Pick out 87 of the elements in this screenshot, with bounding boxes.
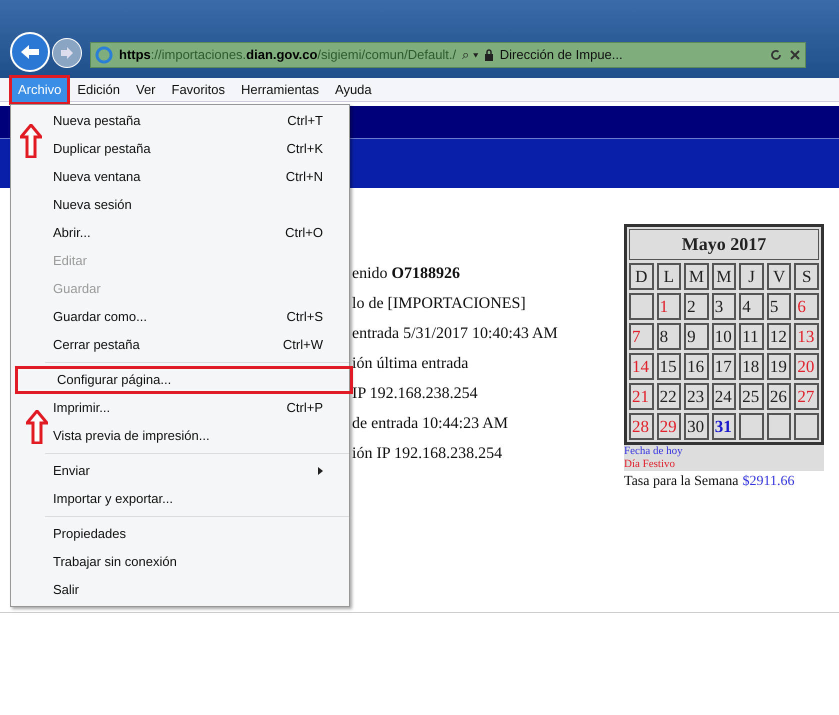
day-cell[interactable]: 18 <box>739 353 764 380</box>
menu-item[interactable]: Duplicar pestaña Ctrl+K <box>11 135 349 163</box>
menu-bar-item[interactable]: Favoritos <box>166 78 231 102</box>
up-arrow-icon <box>26 410 48 444</box>
session-info-text: IP 192.168.238.254 <box>352 384 479 404</box>
session-info-text: entrada 5/31/2017 10:40:43 AM <box>352 324 559 344</box>
rate-label: Tasa para la Semana <box>624 473 738 491</box>
weekday-header: M <box>712 263 736 290</box>
day-cell[interactable]: 3 <box>712 293 736 320</box>
day-cell[interactable]: 28 <box>629 413 654 440</box>
tab-title: Dirección de Impue... <box>500 46 623 64</box>
day-cell[interactable]: 25 <box>739 383 764 410</box>
url-text: dian.gov.co <box>246 46 318 64</box>
day-cell[interactable]: 12 <box>766 323 792 350</box>
weekday-header: J <box>739 263 764 290</box>
weekday-header: D <box>629 263 654 290</box>
lock-icon <box>484 49 494 61</box>
day-cell[interactable]: 24 <box>712 383 736 410</box>
day-cell[interactable]: 17 <box>712 353 736 380</box>
left-arrow-icon <box>19 43 41 61</box>
weekday-header: M <box>684 263 709 290</box>
weekday-header: V <box>766 263 792 290</box>
menu-item[interactable]: Guardar como... Ctrl+S <box>11 303 349 331</box>
back-button[interactable] <box>10 32 50 72</box>
session-info-text: ión última entrada <box>352 354 470 374</box>
day-cell[interactable]: 20 <box>794 353 819 380</box>
menu-item[interactable]: Abrir... Ctrl+O <box>11 219 349 247</box>
close-icon[interactable] <box>789 49 801 61</box>
legend-text: Fecha de hoy <box>624 445 684 458</box>
submenu-arrow-icon <box>318 467 323 475</box>
menu-item[interactable]: Configurar página... <box>15 366 353 394</box>
search-dropdown-icon[interactable]: ⌕ ▾ <box>462 45 478 65</box>
day-cell[interactable]: 21 <box>629 383 654 410</box>
day-cell[interactable]: 9 <box>684 323 709 350</box>
weekday-header: L <box>656 263 682 290</box>
url-text: https <box>119 46 151 64</box>
day-cell[interactable]: 29 <box>656 413 682 440</box>
forward-button[interactable] <box>52 38 82 68</box>
day-cell[interactable]: 1 <box>656 293 682 320</box>
refresh-icon[interactable] <box>769 48 783 62</box>
day-cell[interactable]: 14 <box>629 353 654 380</box>
day-cell[interactable]: 5 <box>766 293 792 320</box>
address-bar[interactable]: https://importaciones.dian.gov.co/sigiemi/comun/Default./ ⌕ ▾ Dirección de Impue... <box>90 42 806 68</box>
session-info-text: lo de [IMPORTACIONES] <box>352 294 527 314</box>
day-cell[interactable]: 31 <box>712 413 736 440</box>
day-cell[interactable]: 10 <box>712 323 736 350</box>
up-arrow-icon <box>20 124 42 158</box>
day-cell[interactable]: 19 <box>766 353 792 380</box>
menu-item[interactable]: Imprimir... Ctrl+P <box>11 394 349 422</box>
menu-bar-item[interactable]: Herramientas <box>234 78 326 102</box>
day-cell[interactable]: 23 <box>684 383 709 410</box>
day-cell[interactable]: 30 <box>684 413 709 440</box>
menu-bar-item[interactable]: Edición <box>71 78 126 102</box>
day-cell[interactable]: 26 <box>766 383 792 410</box>
legend-text: Día Festivo <box>624 458 676 471</box>
day-cell[interactable]: 6 <box>794 293 819 320</box>
menu-item[interactable]: Vista previa de impresión... <box>11 422 349 450</box>
menu-item[interactable]: Trabajar sin conexión <box>11 548 349 576</box>
menu-bar-item[interactable]: Ayuda <box>329 78 378 102</box>
menu-item[interactable]: Nueva ventana Ctrl+N <box>11 163 349 191</box>
session-info-text: enido O7188926 <box>352 264 461 284</box>
menu-item[interactable]: Nueva pestaña Ctrl+T <box>11 107 349 135</box>
right-arrow-icon <box>59 46 75 60</box>
menu-item[interactable]: Enviar <box>11 457 349 485</box>
day-cell[interactable]: 8 <box>656 323 682 350</box>
menu-item[interactable]: Salir <box>11 576 349 604</box>
session-info-text: de entrada 10:44:23 AM <box>352 414 509 434</box>
day-cell[interactable]: 4 <box>739 293 764 320</box>
day-cell[interactable]: 16 <box>684 353 709 380</box>
day-cell[interactable]: 13 <box>794 323 819 350</box>
calendar-title: Mayo 2017 <box>629 229 819 260</box>
weekday-header: S <box>794 263 819 290</box>
day-cell[interactable]: 27 <box>794 383 819 410</box>
menu-item[interactable]: Cerrar pestaña Ctrl+W <box>11 331 349 359</box>
menu-item[interactable]: Nueva sesión <box>11 191 349 219</box>
day-cell[interactable]: 15 <box>656 353 682 380</box>
menu-item[interactable]: Importar y exportar... <box>11 485 349 513</box>
menu-bar-item[interactable]: Ver <box>130 78 162 102</box>
menu-item[interactable]: Propiedades <box>11 520 349 548</box>
rate-value: $2911.66 <box>742 473 794 491</box>
day-cell[interactable]: 2 <box>684 293 709 320</box>
url-text: /sigiemi/comun/Default./ <box>317 46 456 64</box>
day-cell[interactable]: 22 <box>656 383 682 410</box>
day-cell[interactable]: 7 <box>629 323 654 350</box>
session-info-text: ión IP 192.168.238.254 <box>352 444 504 464</box>
url-text: ://importaciones. <box>150 46 246 64</box>
day-cell[interactable]: 11 <box>739 323 764 350</box>
